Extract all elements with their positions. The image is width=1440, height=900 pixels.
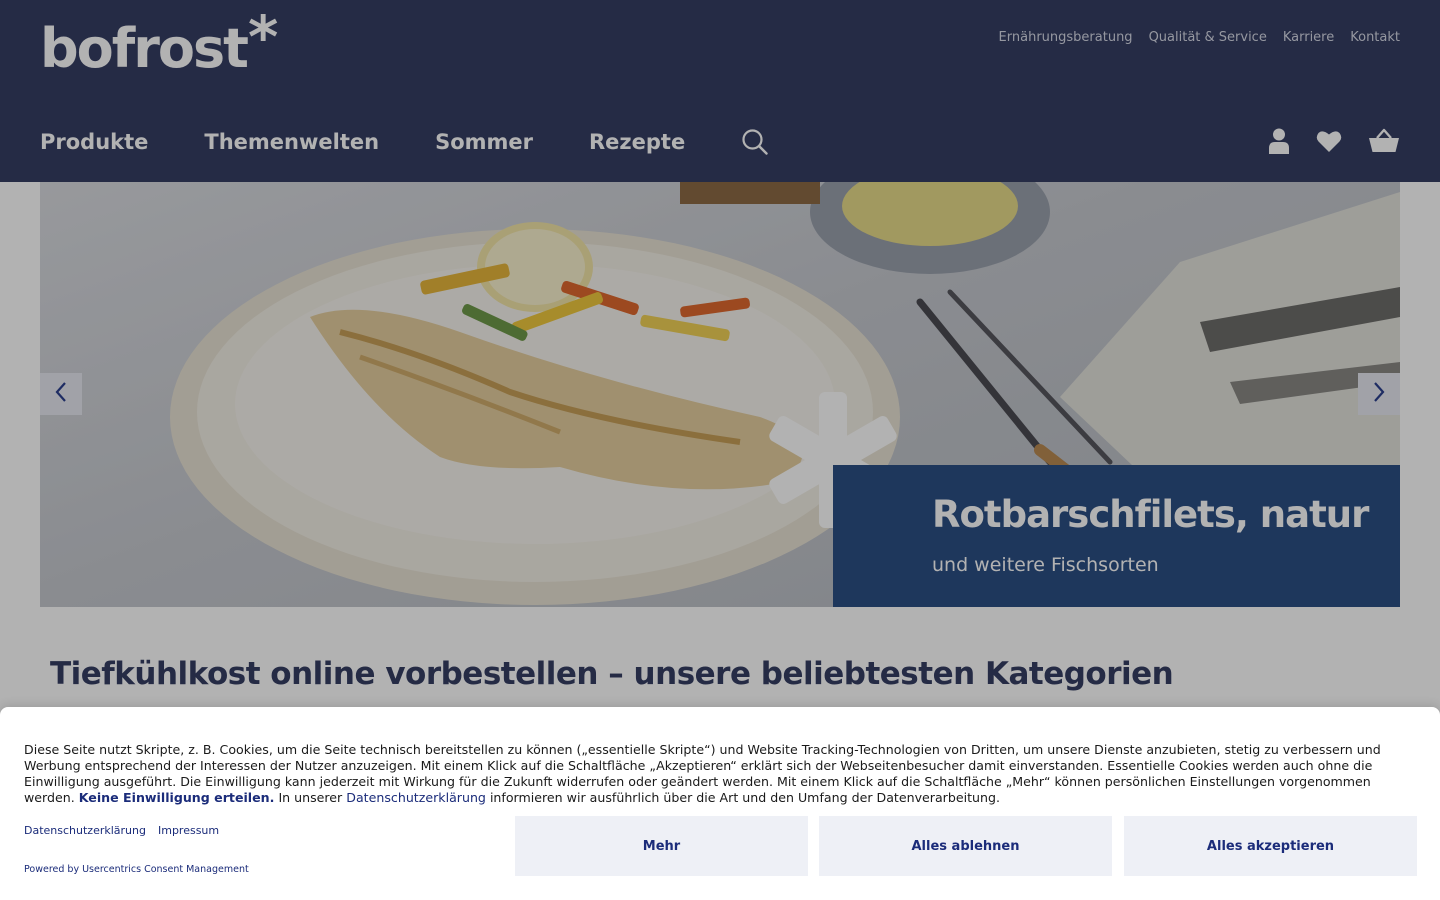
powered-by-text: Powered by Usercentrics Consent Manageme…: [24, 864, 249, 875]
consent-text-end: informieren wir ausführlich über die Art…: [489, 790, 1000, 805]
imprint-link[interactable]: Impressum: [158, 824, 219, 837]
no-consent-link[interactable]: Keine Einwilligung erteilen.: [79, 790, 275, 805]
consent-footer-links: Datenschutzerklärung Impressum: [24, 824, 219, 837]
reject-all-button[interactable]: Alles ablehnen: [819, 816, 1112, 876]
consent-text-in-unserer: In unserer: [278, 790, 343, 805]
more-button[interactable]: Mehr: [515, 816, 808, 876]
privacy-link[interactable]: Datenschutzerklärung: [24, 824, 146, 837]
privacy-inline-link[interactable]: Datenschutzerklärung: [346, 790, 486, 805]
consent-text: Diese Seite nutzt Skripte, z. B. Cookies…: [24, 742, 1416, 806]
accept-all-button[interactable]: Alles akzeptieren: [1124, 816, 1417, 876]
cookie-consent-banner: Diese Seite nutzt Skripte, z. B. Cookies…: [0, 707, 1440, 900]
